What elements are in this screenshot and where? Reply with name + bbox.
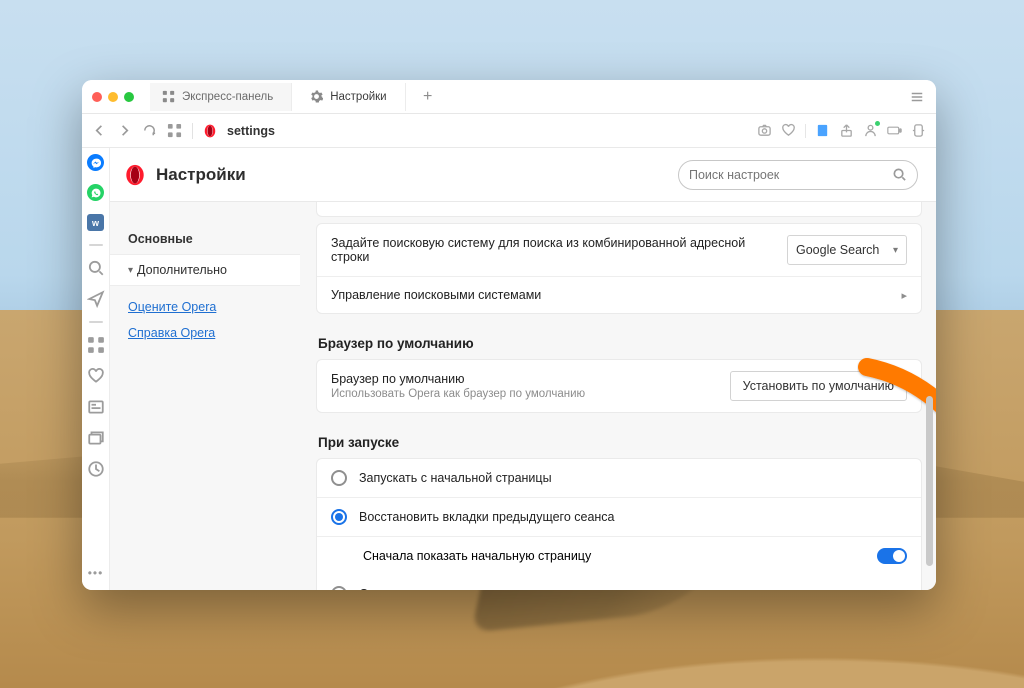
- search-engine-row: Задайте поисковую систему для поиска из …: [317, 224, 921, 276]
- nav-back-button[interactable]: [92, 123, 107, 138]
- vk-icon[interactable]: w: [87, 214, 104, 231]
- settings-main: Задайте поисковую систему для поиска из …: [300, 202, 936, 590]
- radio-checked-icon[interactable]: [331, 509, 347, 525]
- settings-search-input[interactable]: [689, 168, 892, 182]
- profile-icon[interactable]: [863, 123, 878, 138]
- search-engine-card: Задайте поисковую систему для поиска из …: [316, 223, 922, 314]
- close-window-button[interactable]: [92, 92, 102, 102]
- nav-forward-button[interactable]: [117, 123, 132, 138]
- app-sidebar: w •••: [82, 148, 110, 590]
- reload-button[interactable]: [142, 123, 157, 138]
- startup-show-start-page-subrow: Сначала показать начальную страницу: [317, 536, 921, 575]
- settings-header: Настройки: [110, 148, 936, 202]
- address-text[interactable]: settings: [227, 124, 275, 138]
- default-browser-heading: Браузер по умолчанию: [318, 336, 920, 351]
- send-icon[interactable]: [87, 290, 105, 308]
- set-default-button[interactable]: Установить по умолчанию: [730, 371, 907, 401]
- radio-unchecked-icon[interactable]: [331, 470, 347, 486]
- page-title: Настройки: [156, 165, 246, 185]
- saved-pages-icon[interactable]: [815, 123, 830, 138]
- apps-icon[interactable]: [87, 336, 105, 354]
- tab-label: Настройки: [330, 91, 386, 103]
- scrollbar[interactable]: [926, 256, 933, 590]
- startup-option-restore-tabs[interactable]: Восстановить вкладки предыдущего сеанса: [317, 497, 921, 536]
- whatsapp-icon[interactable]: [87, 184, 104, 201]
- tab-strip: Экспресс-панель Настройки +: [82, 80, 936, 114]
- snapshot-icon[interactable]: [757, 123, 772, 138]
- battery-icon[interactable]: [887, 123, 902, 138]
- speed-dial-button[interactable]: [167, 123, 182, 138]
- zoom-window-button[interactable]: [124, 92, 134, 102]
- opera-logo-icon: [203, 124, 217, 138]
- search-engine-select[interactable]: Google Search: [787, 235, 907, 265]
- manage-search-engines-row[interactable]: Управление поисковыми системами ▸: [317, 276, 921, 313]
- tab-settings[interactable]: Настройки: [298, 83, 405, 111]
- sidebar-separator: [89, 244, 103, 246]
- minimize-window-button[interactable]: [108, 92, 118, 102]
- share-icon[interactable]: [839, 123, 854, 138]
- opera-logo-icon: [124, 164, 146, 186]
- section-header-cutoff: [316, 202, 922, 217]
- new-tab-button[interactable]: +: [412, 88, 444, 106]
- gear-icon: [310, 90, 323, 103]
- tab-speed-dial[interactable]: Экспресс-панель: [150, 83, 292, 111]
- toggle-on-icon[interactable]: [877, 548, 907, 564]
- search-engine-desc: Задайте поисковую систему для поиска из …: [331, 236, 775, 264]
- tabs-icon[interactable]: [87, 429, 105, 447]
- news-icon[interactable]: [87, 398, 105, 416]
- sidebar-more-icon[interactable]: •••: [88, 566, 104, 580]
- heart-icon[interactable]: [781, 123, 796, 138]
- vpn-icon[interactable]: [911, 123, 926, 138]
- messenger-icon[interactable]: [87, 154, 104, 171]
- easy-setup-icon[interactable]: [898, 90, 936, 104]
- scrollbar-thumb[interactable]: [926, 396, 933, 566]
- search-icon: [892, 167, 907, 182]
- sidebar-separator: [89, 321, 103, 323]
- bookmark-heart-icon[interactable]: [87, 367, 105, 385]
- chevron-right-icon: ▸: [901, 289, 907, 302]
- address-bar-actions: [757, 123, 926, 138]
- default-browser-row: Браузер по умолчанию Использовать Opera …: [317, 360, 921, 412]
- on-startup-heading: При запуске: [318, 435, 920, 450]
- radio-unchecked-icon[interactable]: [331, 586, 347, 590]
- settings-page: Настройки Основные Дополнительно Оцените…: [110, 148, 936, 590]
- settings-search[interactable]: [678, 160, 918, 190]
- address-bar: settings: [82, 114, 936, 148]
- search-icon[interactable]: [87, 259, 105, 277]
- history-icon[interactable]: [87, 460, 105, 478]
- help-opera-link[interactable]: Справка Opera: [128, 326, 282, 340]
- on-startup-card: Запускать с начальной страницы Восстанов…: [316, 458, 922, 590]
- settings-sidenav: Основные Дополнительно Оцените Opera Спр…: [110, 202, 300, 590]
- startup-option-specific-pages[interactable]: Открыть определенную страницу или нескол…: [317, 575, 921, 590]
- window-controls: [92, 92, 144, 102]
- sidenav-advanced[interactable]: Дополнительно: [110, 254, 300, 286]
- sidenav-basic[interactable]: Основные: [110, 224, 300, 254]
- startup-option-start-page[interactable]: Запускать с начальной страницы: [317, 459, 921, 497]
- grid-icon: [162, 90, 175, 103]
- rate-opera-link[interactable]: Оцените Opera: [128, 300, 282, 314]
- browser-window: Экспресс-панель Настройки + settings: [82, 80, 936, 590]
- default-browser-card: Браузер по умолчанию Использовать Opera …: [316, 359, 922, 413]
- tab-label: Экспресс-панель: [182, 91, 273, 103]
